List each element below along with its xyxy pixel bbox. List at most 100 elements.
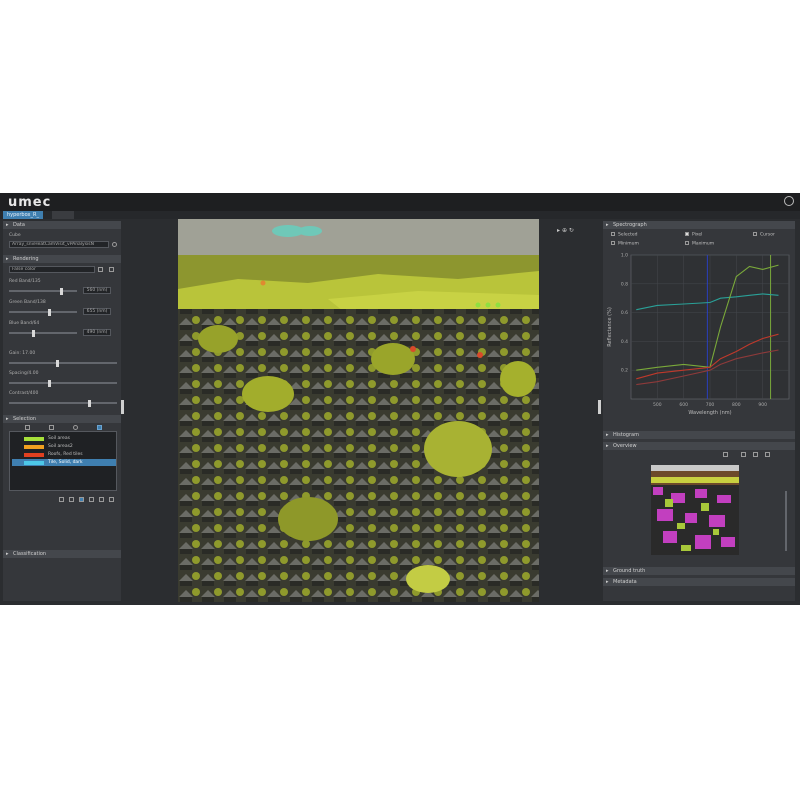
section-selection[interactable]: Selection (3, 415, 121, 423)
section-metadata[interactable]: Metadata (603, 578, 795, 586)
section-classification[interactable]: Classification (3, 550, 121, 558)
overview-tool-icon[interactable] (723, 452, 728, 457)
overview-scrollbar[interactable] (785, 491, 787, 551)
y-tick-label: 0.6 (621, 310, 628, 316)
slider-knob[interactable] (31, 329, 35, 337)
row-label: Roofs, Red tiles (48, 452, 83, 457)
viewer-toolbar: ▸ ⊕ ↻ (557, 227, 574, 234)
blue-band-slider[interactable] (9, 329, 77, 337)
color-swatch (24, 444, 44, 449)
overview-thumbnail[interactable] (651, 465, 739, 555)
color-swatch (24, 460, 44, 465)
x-tick-label: 700 (706, 402, 715, 408)
title-bar: umec (0, 193, 800, 211)
section-data[interactable]: Data (3, 221, 121, 229)
section-ground-truth[interactable]: Ground truth (603, 567, 795, 575)
overview-image (651, 465, 739, 555)
x-tick-label: 900 (758, 402, 767, 408)
y-tick-label: 1.0 (621, 253, 628, 259)
circle-select-icon[interactable] (73, 425, 78, 430)
list-item[interactable]: Soil areas (12, 435, 116, 442)
row-label: Soil areas2 (48, 444, 73, 449)
rect-select-icon[interactable] (97, 425, 102, 430)
list-item[interactable]: Tile, Solid, dark (12, 459, 116, 466)
legend-selected[interactable]: Selected (611, 232, 638, 238)
section-rendering[interactable]: Rendering (3, 255, 121, 263)
move-down-icon[interactable] (59, 497, 64, 502)
spacing-slider[interactable] (9, 379, 117, 387)
red-band-label: Red Band/135 (9, 279, 41, 284)
contrast-label: Contrast/400 (9, 391, 39, 396)
lock-icon[interactable] (109, 267, 114, 272)
slider-knob[interactable] (59, 287, 63, 295)
render-mode-select[interactable]: False color (9, 266, 95, 273)
list-item[interactable]: Roofs, Red tiles (12, 451, 116, 458)
overview-rotate-icon[interactable] (753, 452, 758, 457)
red-band-slider[interactable] (9, 287, 77, 295)
color-swatch (24, 452, 44, 457)
slider-knob[interactable] (56, 359, 60, 367)
row-label: Tile, Solid, dark (48, 460, 83, 465)
section-spectrograph[interactable]: Spectrograph (603, 221, 795, 229)
x-axis-label: Wavelength (nm) (688, 410, 731, 416)
gain-label: Gain: 17.00 (9, 351, 36, 356)
legend-cursor[interactable]: Cursor (753, 232, 775, 238)
play-icon[interactable] (98, 267, 103, 272)
y-tick-label: 0.2 (621, 368, 628, 374)
tab-empty[interactable] (52, 211, 74, 219)
gain-slider[interactable] (9, 359, 117, 367)
legend-pixel[interactable]: Pixel (685, 232, 702, 238)
blue-band-label: Blue Band/64 (9, 321, 40, 326)
green-band-slider[interactable] (9, 308, 77, 316)
cursor-icon[interactable]: ▸ (557, 227, 560, 234)
left-splitter-handle[interactable] (121, 400, 124, 414)
tab-bar: hyperbox_R_ (0, 211, 800, 219)
list-item[interactable]: Soil areas2 (12, 443, 116, 450)
pointer-icon[interactable] (25, 425, 30, 430)
search-icon[interactable] (784, 196, 794, 206)
section-histogram[interactable]: Histogram (603, 431, 795, 439)
app-window: umec hyperbox_R_ Data Cube Array_snvHeat… (0, 193, 800, 605)
edit-icon[interactable] (89, 497, 94, 502)
x-tick-label: 800 (732, 402, 741, 408)
add-icon[interactable] (79, 497, 84, 502)
row-label: Soil areas (48, 436, 70, 441)
selection-list: Soil areas Soil areas2 Roofs, Red tiles … (9, 431, 117, 491)
rotate-icon[interactable]: ↻ (569, 227, 574, 234)
x-tick-label: 600 (679, 402, 688, 408)
slider-knob[interactable] (48, 308, 51, 316)
blue-band-value[interactable]: 490 (nm) (83, 329, 111, 336)
tab-hyperbox[interactable]: hyperbox_R_ (3, 211, 43, 219)
overview-zoom-icon[interactable] (741, 452, 746, 457)
delete-icon[interactable] (99, 497, 104, 502)
y-tick-label: 0.8 (621, 281, 628, 287)
slider-knob[interactable] (87, 399, 91, 407)
y-axis-label: Reflectance (%) (607, 307, 613, 347)
legend-maximum[interactable]: Maximum (685, 241, 714, 247)
spacing-label: Spacing/4.00 (9, 371, 39, 376)
data-label: Cube (9, 233, 21, 238)
contrast-slider[interactable] (9, 399, 117, 407)
right-panel: Spectrograph Selected Pixel Cursor Minim… (603, 221, 795, 601)
overview-fit-icon[interactable] (765, 452, 770, 457)
red-band-value[interactable]: 560 (nm) (83, 287, 111, 294)
browse-icon[interactable] (112, 242, 117, 247)
right-splitter-handle[interactable] (598, 400, 601, 414)
lasso-icon[interactable] (49, 425, 54, 430)
hyperspectral-image-viewer[interactable] (178, 219, 539, 602)
aerial-village-image (178, 219, 539, 602)
x-tick-label: 500 (653, 402, 662, 408)
green-band-value[interactable]: 655 (nm) (83, 308, 111, 315)
color-swatch (24, 436, 44, 441)
legend-minimum[interactable]: Minimum (611, 241, 639, 247)
data-path-field[interactable]: Array_snvHeatCamVisit_vPAnalysisN (9, 241, 109, 248)
y-tick-label: 0.4 (621, 339, 628, 345)
slider-knob[interactable] (47, 379, 51, 387)
copy-icon[interactable] (69, 497, 74, 502)
section-overview[interactable]: Overview (603, 442, 795, 450)
app-logo: umec (8, 195, 52, 210)
green-band-label: Green Band/138 (9, 300, 46, 305)
lock-icon[interactable] (109, 497, 114, 502)
zoom-icon[interactable]: ⊕ (562, 227, 567, 234)
spectrum-chart[interactable]: 0.2 0.4 0.6 0.8 1.0 500 600 700 800 900 Wavelength… (603, 249, 795, 429)
